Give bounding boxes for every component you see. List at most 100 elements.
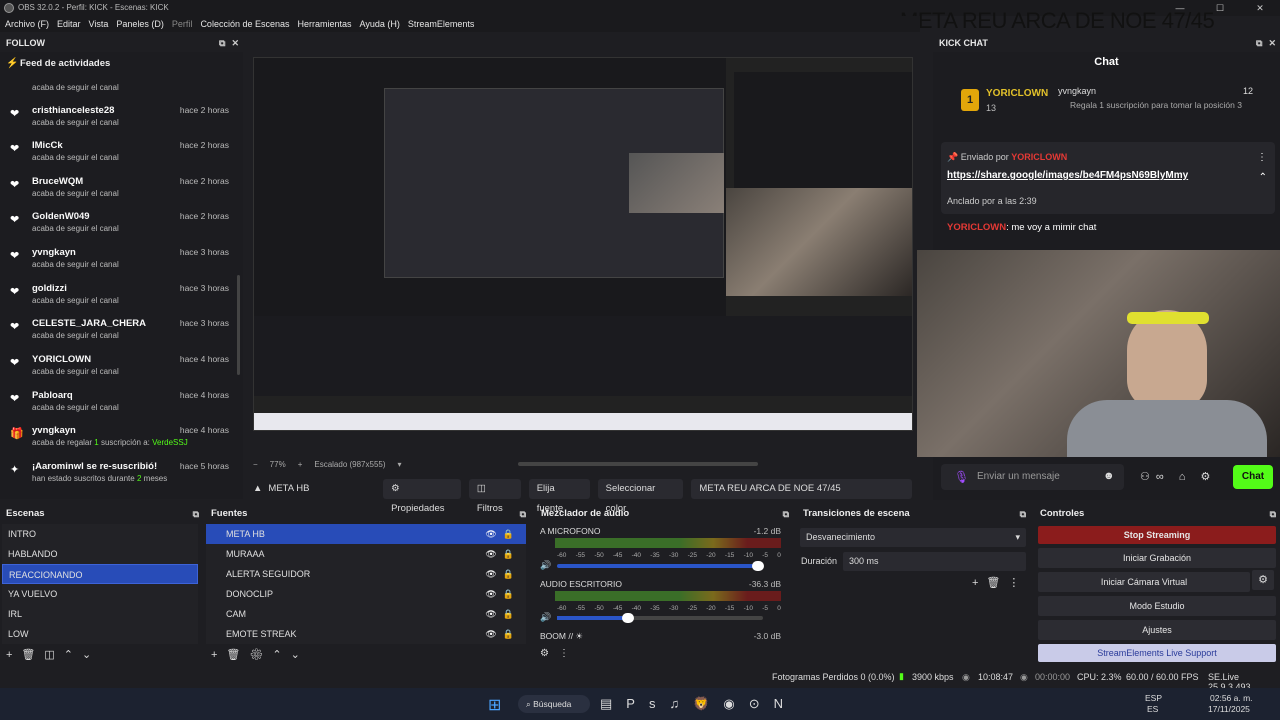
gear-icon[interactable]: ⚙ — [1252, 570, 1274, 590]
studio-mode-button[interactable]: Modo Estudio — [1038, 596, 1276, 616]
signal-icon: ▮ — [899, 671, 904, 681]
menu-herramientas[interactable]: Herramientas — [298, 19, 352, 29]
scene-item[interactable]: IRL — [2, 604, 198, 624]
gifter-count: 12 — [1243, 86, 1254, 96]
heart-icon: ❤ — [10, 143, 20, 155]
duration-field[interactable]: 300 ms — [843, 552, 1026, 571]
feed-sub: acaba de seguir el canal — [32, 296, 119, 305]
slider-handle[interactable] — [622, 613, 634, 623]
taskbar-time[interactable]: 02:56 a. m. — [1210, 693, 1253, 703]
preview-canvas[interactable] — [253, 57, 913, 431]
scene-item[interactable]: HABLANDO — [2, 544, 198, 564]
float-icon[interactable]: ⧉ — [1020, 506, 1026, 522]
menu-coleccion[interactable]: Colección de Escenas — [200, 19, 289, 29]
virtual-camera-button[interactable]: Iniciar Cámara Virtual — [1038, 572, 1250, 592]
pinned-by: 📌 Enviado por YORICLOWN — [947, 152, 1068, 162]
scale-mode[interactable]: Escalado (987x555) — [314, 460, 385, 469]
menu-ayuda[interactable]: Ayuda (H) — [360, 19, 400, 29]
chat-tools-icons[interactable]: ⚇∞ ⌂ ⚙ — [1140, 470, 1216, 483]
taskbar-search[interactable]: ⌕ Búsqueda — [518, 695, 590, 713]
preview-hscrollbar[interactable] — [518, 462, 758, 466]
choose-source-button[interactable]: Elija fuente — [528, 478, 590, 514]
collapse-icon[interactable]: ⌃ — [1259, 172, 1267, 183]
eye-lock-icons[interactable]: 👁🔒 — [485, 604, 520, 624]
slider-handle[interactable] — [752, 561, 764, 571]
sources-list: META HB 👁🔒 MURAAA 👁🔒 ALERTA SEGUIDOR 👁🔒 DON… — [206, 524, 526, 644]
source-item[interactable]: ALERTA SEGUIDOR 👁🔒 — [206, 564, 526, 584]
zoom-level: 77% — [269, 459, 286, 469]
scene-item-selected[interactable]: REACCIONANDO — [2, 564, 198, 584]
gifter-name: yvngkayn — [1058, 86, 1097, 96]
float-icon[interactable]: ⧉ — [219, 34, 225, 52]
mic-icon[interactable]: 🎙 — [954, 470, 969, 484]
source-icon: ▲ — [253, 483, 263, 494]
transition-select[interactable]: Desvanecimiento ▾ — [800, 528, 1026, 547]
source-item-selected[interactable]: META HB 👁🔒 — [206, 524, 526, 544]
feed-sub: acaba de seguir el canal — [32, 118, 119, 127]
eye-lock-icons[interactable]: 👁🔒 — [485, 584, 520, 604]
eye-lock-icons[interactable]: 👁🔒 — [485, 544, 520, 564]
float-icon[interactable]: ⧉ — [193, 506, 199, 522]
chat-send-button[interactable]: Chat — [1233, 465, 1273, 489]
source-item[interactable]: MURAAA 👁🔒 — [206, 544, 526, 564]
settings-button[interactable]: Ajustes — [1038, 620, 1276, 640]
float-icon[interactable]: ⧉ — [1256, 34, 1262, 52]
stop-streaming-button[interactable]: Stop Streaming — [1038, 526, 1276, 544]
float-icon[interactable]: ⧉ — [1270, 506, 1276, 522]
menu-perfil[interactable]: Perfil — [172, 19, 193, 29]
windows-start-icon[interactable]: ⊞ — [488, 695, 501, 715]
taskbar-lang[interactable]: ESP — [1145, 693, 1162, 703]
scene-item[interactable]: LOW — [2, 624, 198, 644]
volume-slider-0[interactable] — [557, 561, 764, 571]
se-support-button[interactable]: StreamElements Live Support — [1038, 644, 1276, 662]
emoji-icon[interactable]: ☻ — [1103, 470, 1115, 482]
speaker-icon[interactable]: 🔊 — [540, 560, 551, 571]
mixer-channel-name: A MICROFONO — [540, 526, 601, 536]
scenes-toolbar[interactable]: +🗑◫⌃⌄ — [6, 648, 100, 661]
source-item[interactable]: EMOTE STREAK 👁🔒 — [206, 624, 526, 644]
webcam-shirt — [1067, 400, 1267, 457]
status-bar: Fotogramas Perdidos 0 (0.0%) ▮ 3900 kbps… — [0, 668, 1280, 692]
zoom-in-icon[interactable]: + — [298, 460, 303, 469]
zoom-out-icon[interactable]: − — [253, 460, 258, 469]
menu-vista[interactable]: Vista — [89, 19, 109, 29]
heart-icon: ❤ — [10, 286, 20, 298]
close-icon[interactable]: ✕ — [231, 34, 239, 52]
speaker-icon[interactable]: 🔊 — [540, 612, 551, 623]
eye-lock-icons[interactable]: 👁🔒 — [485, 624, 520, 644]
preview-cam — [726, 188, 912, 296]
close-icon[interactable]: ✕ — [1268, 34, 1276, 52]
taskbar-apps[interactable]: ▤Ps♫🦁◉⊙N — [600, 696, 797, 712]
mixer-toolbar[interactable]: ⚙⋮ — [540, 648, 579, 659]
transition-tools[interactable]: +🗑⋮ — [972, 576, 1027, 589]
chevron-down-icon[interactable]: ▾ — [398, 460, 402, 469]
menu-streamelements[interactable]: StreamElements — [408, 19, 475, 29]
volume-slider-1[interactable] — [557, 613, 763, 623]
star-icon: ✦ — [10, 464, 20, 476]
sources-toolbar[interactable]: +🗑⚙⌃⌄ — [211, 648, 309, 661]
select-color-button[interactable]: Seleccionar color — [597, 478, 684, 514]
scene-item[interactable]: YA VUELVO — [2, 584, 198, 604]
heart-icon: ❤ — [10, 108, 20, 120]
menu-archivo[interactable]: Archivo (F) — [5, 19, 49, 29]
float-icon[interactable]: ⧉ — [783, 506, 789, 522]
preview-nested-docks — [254, 316, 912, 396]
mixer-scale-tick: -40 — [631, 552, 642, 559]
menu-paneles[interactable]: Paneles (D) — [116, 19, 164, 29]
filters-button[interactable]: ◫ Filtros — [468, 478, 521, 514]
mixer-scale-tick: -55 — [575, 552, 586, 559]
scene-item[interactable]: INTRO — [2, 524, 198, 544]
anchored-time: a las 2:39 — [997, 196, 1037, 206]
eye-lock-icons[interactable]: 👁🔒 — [485, 524, 520, 544]
feed-scrollbar[interactable] — [237, 275, 240, 375]
start-recording-button[interactable]: Iniciar Grabación — [1038, 548, 1276, 568]
unpin-icon[interactable]: ⋮ — [1257, 152, 1267, 163]
pinned-link[interactable]: https://share.google/images/be4FM4psN69B… — [947, 170, 1188, 181]
menu-editar[interactable]: Editar — [57, 19, 81, 29]
source-item[interactable]: CAM 👁🔒 — [206, 604, 526, 624]
properties-button[interactable]: ⚙ Propiedades — [383, 478, 461, 514]
source-item[interactable]: DONOCLIP 👁🔒 — [206, 584, 526, 604]
source-text-field[interactable]: META REU ARCA DE NOE 47/45 — [691, 478, 912, 499]
float-icon[interactable]: ⧉ — [520, 506, 526, 522]
eye-lock-icons[interactable]: 👁🔒 — [485, 564, 520, 584]
